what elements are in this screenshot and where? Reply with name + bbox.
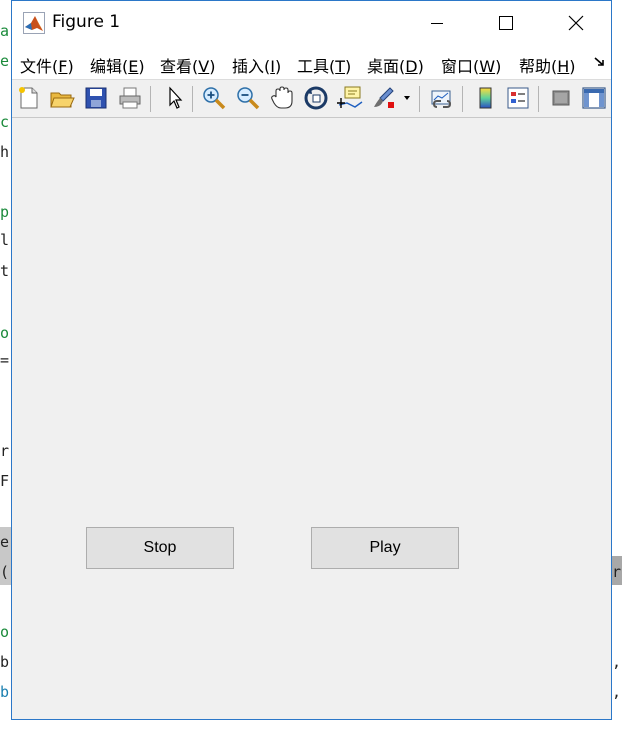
save-icon[interactable] <box>83 85 109 111</box>
toolbar-separator <box>192 86 193 112</box>
zoom-out-icon[interactable] <box>235 85 261 111</box>
window-title: Figure 1 <box>52 12 121 32</box>
figure-canvas: Stop Play <box>12 118 611 719</box>
close-icon <box>568 15 584 31</box>
minimize-button[interactable] <box>414 1 460 45</box>
toolbar-separator <box>462 86 463 112</box>
maximize-icon <box>499 16 513 30</box>
toolbar-separator <box>538 86 539 112</box>
colorbar-icon[interactable] <box>472 85 498 111</box>
toolbar-separator <box>419 86 420 112</box>
play-button[interactable]: Play <box>311 527 459 569</box>
close-button[interactable] <box>553 1 599 45</box>
print-icon[interactable] <box>117 85 143 111</box>
background-text: r <box>612 563 622 581</box>
background-text: , <box>612 653 622 671</box>
figure-window: Figure 1 文件(F) 编辑(E) 查看(V) 插入(I) 工具(T) 桌… <box>11 0 612 720</box>
stop-button[interactable]: Stop <box>86 527 234 569</box>
maximize-button[interactable] <box>483 1 529 45</box>
menu-view[interactable]: 查看(V) <box>160 53 215 77</box>
hide-plot-tools-icon[interactable] <box>548 85 574 111</box>
menu-desktop[interactable]: 桌面(D) <box>367 53 424 77</box>
new-figure-icon[interactable] <box>15 85 41 111</box>
menu-window[interactable]: 窗口(W) <box>441 53 501 77</box>
menu-help[interactable]: 帮助(H) <box>519 53 576 77</box>
show-plot-tools-icon[interactable] <box>581 85 607 111</box>
background-text: , <box>612 683 622 701</box>
matlab-logo-icon <box>23 12 45 34</box>
toolbar-separator <box>150 86 151 112</box>
select-arrow-icon[interactable] <box>162 85 188 111</box>
minimize-icon <box>431 23 443 24</box>
zoom-in-icon[interactable] <box>201 85 227 111</box>
menu-tools[interactable]: 工具(T) <box>297 53 351 77</box>
figure-toolbar <box>12 80 611 118</box>
pan-hand-icon[interactable] <box>269 85 295 111</box>
menu-overflow-arrow-icon[interactable] <box>594 55 606 73</box>
menu-bar: 文件(F) 编辑(E) 查看(V) 插入(I) 工具(T) 桌面(D) 窗口(W… <box>12 45 611 80</box>
rotate-3d-icon[interactable] <box>303 85 329 111</box>
link-plot-icon[interactable] <box>429 85 455 111</box>
legend-icon[interactable] <box>505 85 531 111</box>
brush-icon[interactable] <box>371 85 411 111</box>
menu-file[interactable]: 文件(F) <box>20 53 74 77</box>
menu-insert[interactable]: 插入(I) <box>232 53 281 77</box>
title-bar[interactable]: Figure 1 <box>12 1 611 45</box>
menu-edit[interactable]: 编辑(E) <box>90 53 145 77</box>
data-cursor-icon[interactable] <box>337 85 363 111</box>
open-file-icon[interactable] <box>49 85 75 111</box>
